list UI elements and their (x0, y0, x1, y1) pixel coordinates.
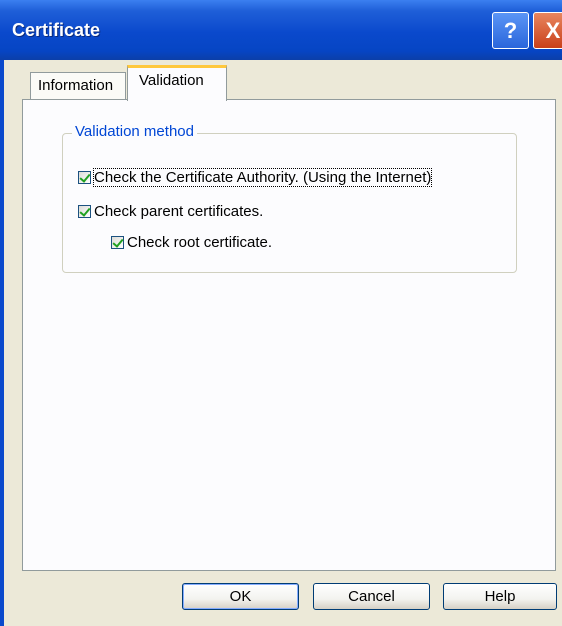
question-mark-icon: ? (503, 17, 518, 43)
help-button[interactable]: Help (443, 583, 557, 610)
checkbox-label: Check parent certificates. (94, 203, 264, 220)
check-parent-option[interactable]: Check parent certificates. (78, 203, 263, 220)
tab-information[interactable]: Information (30, 72, 126, 100)
checkbox-checked[interactable] (111, 236, 124, 249)
check-ca-option[interactable]: Check the Certificate Authority. (Using … (78, 168, 433, 187)
help-title-button[interactable]: ? (492, 12, 529, 49)
checkbox-label: Check the Certificate Authority. (Using … (92, 168, 433, 187)
tab-validation[interactable]: Validation (127, 65, 227, 101)
window-title: Certificate (12, 20, 101, 40)
close-button[interactable]: X (533, 12, 562, 49)
ok-button[interactable]: OK (182, 583, 299, 610)
title-bar: Certificate ? X (0, 0, 562, 60)
validation-panel: Validation method Check the Certificate … (22, 99, 556, 571)
close-icon: X (545, 17, 561, 43)
check-root-option[interactable]: Check root certificate. (111, 234, 272, 251)
cancel-button[interactable]: Cancel (313, 583, 430, 610)
tab-label: Information (38, 77, 114, 94)
group-label: Validation method (72, 123, 197, 140)
tab-label: Validation (139, 72, 204, 89)
checkbox-checked[interactable] (78, 205, 91, 218)
checkbox-checked[interactable] (78, 171, 91, 184)
checkbox-label: Check root certificate. (127, 234, 273, 251)
window-frame (0, 60, 4, 626)
